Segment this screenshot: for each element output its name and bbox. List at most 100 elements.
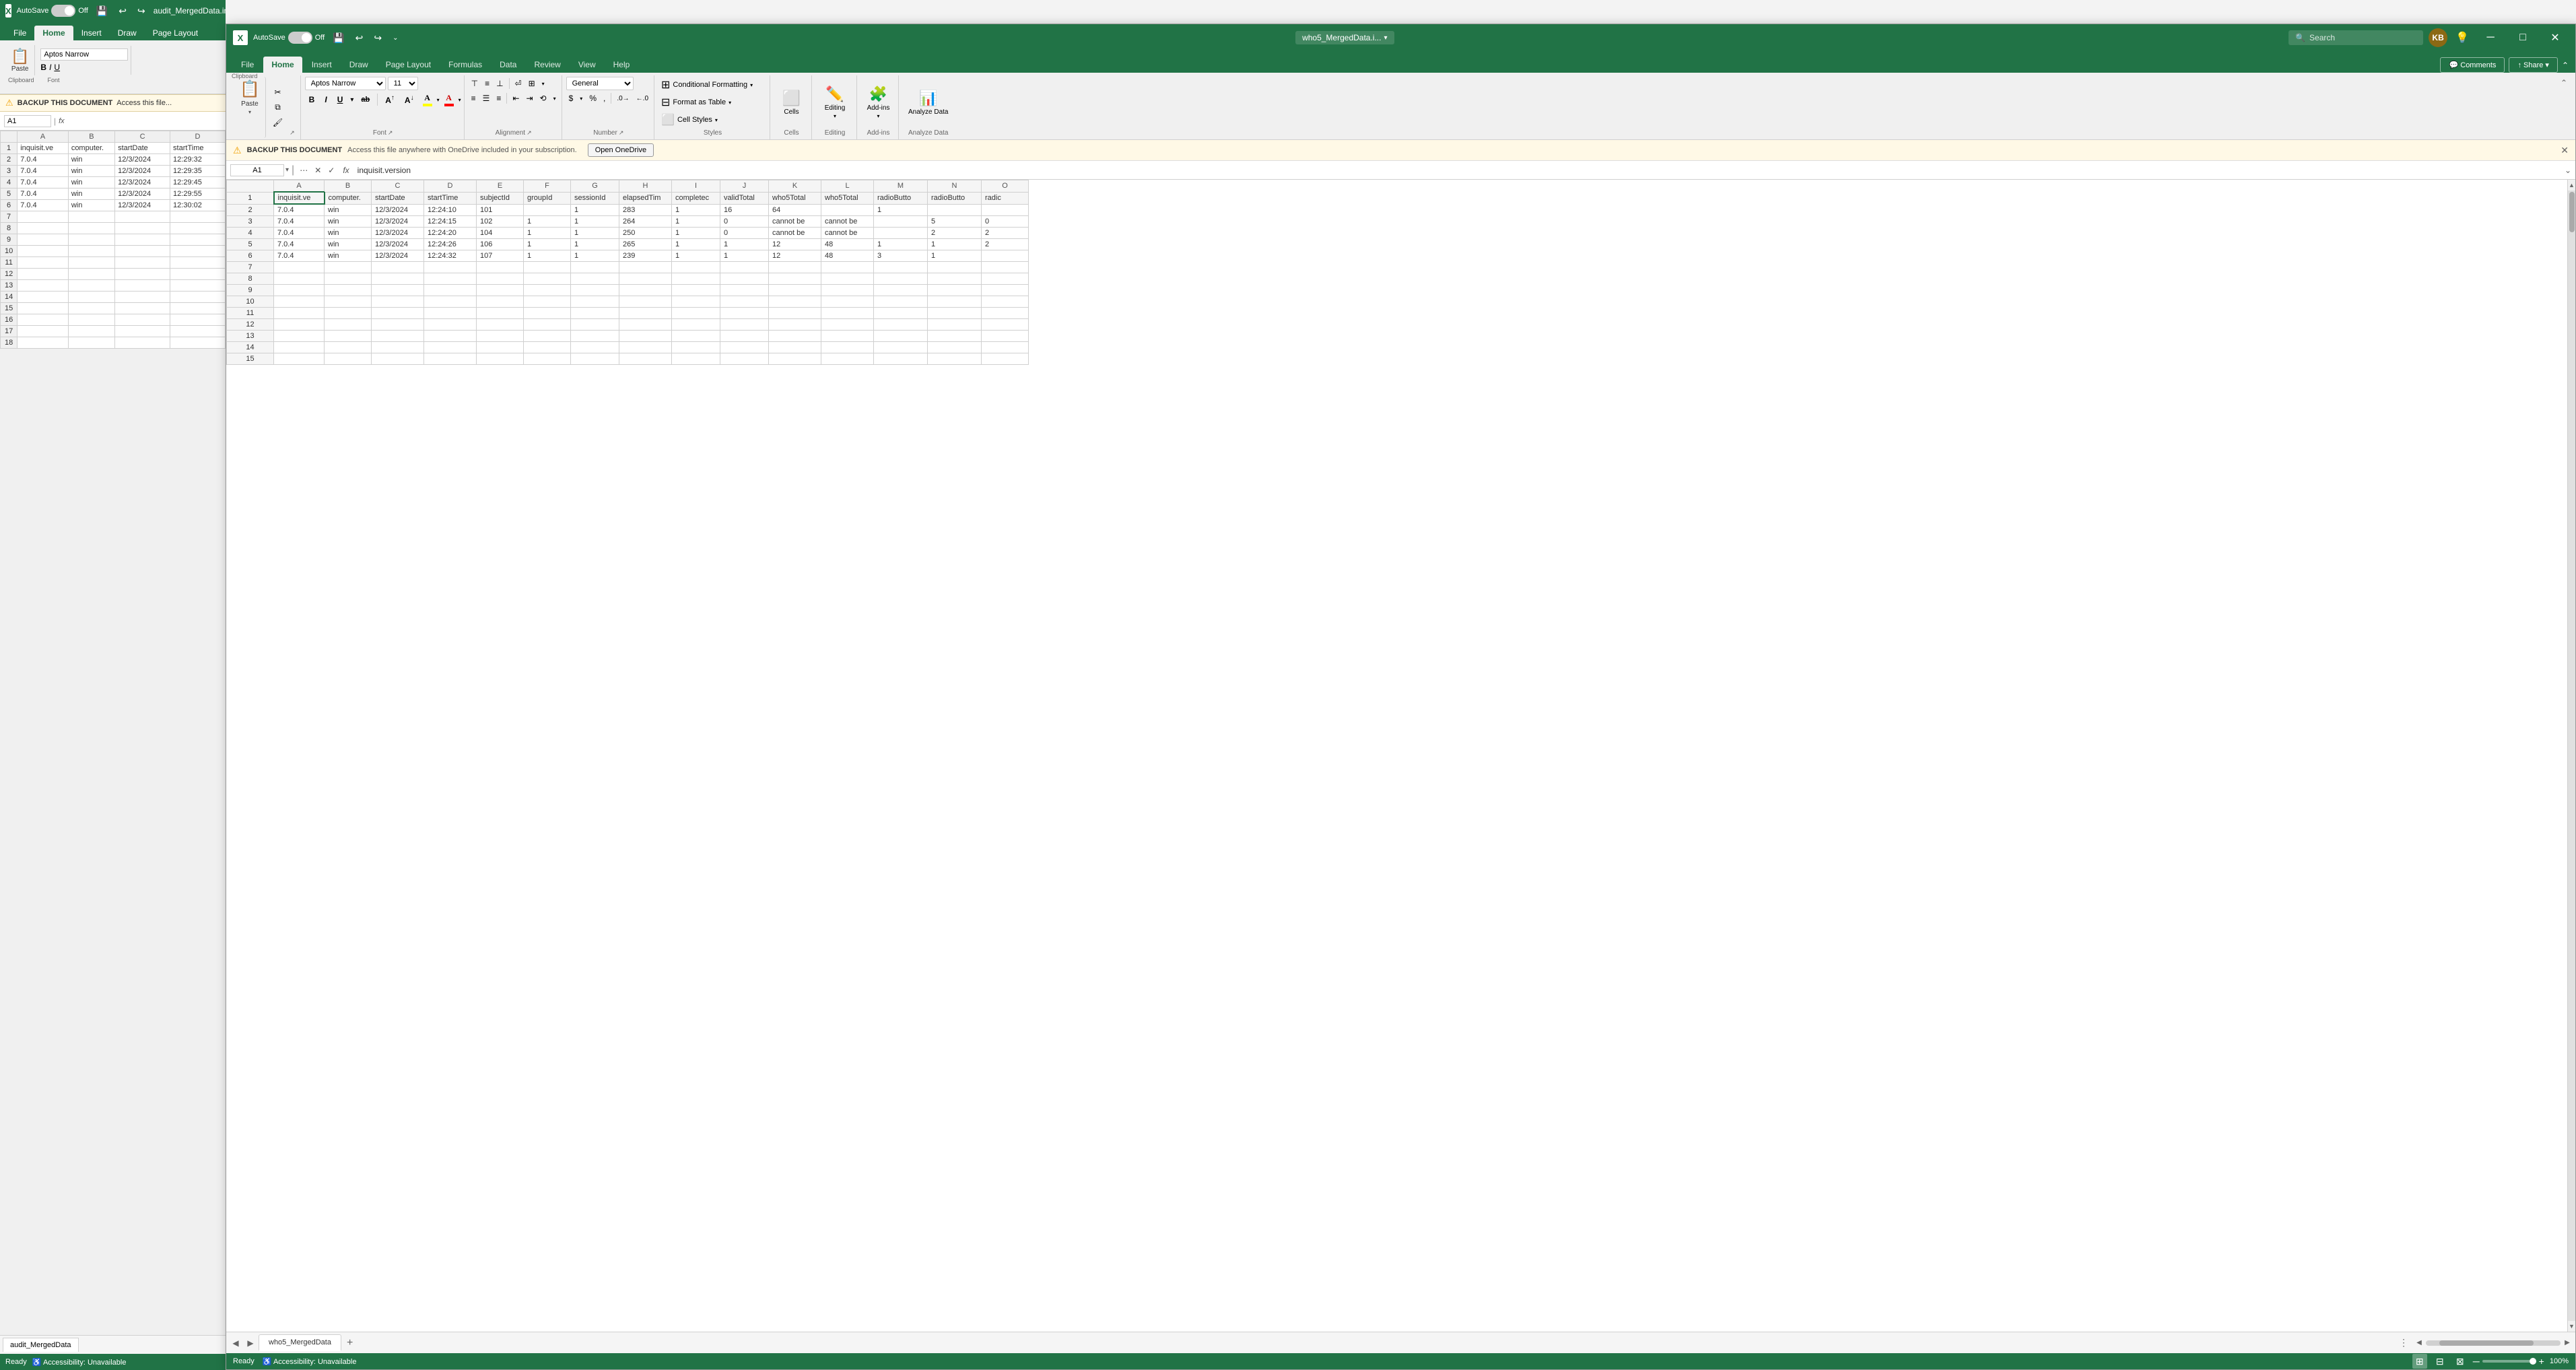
clipboard-expand[interactable]: ↗ bbox=[287, 128, 298, 138]
cell-n6[interactable]: 1 bbox=[928, 250, 982, 262]
font-family-select[interactable]: Aptos Narrow bbox=[305, 77, 386, 90]
cell-c6[interactable]: 12/3/2024 bbox=[372, 250, 424, 262]
undo-btn[interactable]: ↩ bbox=[353, 31, 366, 45]
cell-g5[interactable]: 1 bbox=[571, 239, 619, 250]
cell-h3[interactable]: 264 bbox=[619, 216, 672, 228]
scroll-up-btn[interactable]: ▲ bbox=[2567, 180, 2575, 191]
cell-f5[interactable]: 1 bbox=[524, 239, 571, 250]
cell-f4[interactable]: 1 bbox=[524, 228, 571, 239]
col-a-header[interactable]: A bbox=[274, 180, 325, 193]
cell-e5[interactable]: 106 bbox=[477, 239, 524, 250]
number-format-select[interactable]: General bbox=[566, 77, 634, 90]
tab-insert[interactable]: Insert bbox=[304, 57, 340, 73]
number-expand[interactable]: ↗ bbox=[619, 129, 624, 137]
cell-b1[interactable]: computer. bbox=[325, 192, 372, 204]
cell-h2[interactable]: 283 bbox=[619, 204, 672, 216]
cell-i4[interactable]: 1 bbox=[672, 228, 720, 239]
cell-l5[interactable]: 48 bbox=[821, 239, 874, 250]
align-center-button[interactable]: ☰ bbox=[480, 92, 493, 105]
bg-col-a-header[interactable]: A bbox=[18, 131, 69, 143]
col-c-header[interactable]: C bbox=[372, 180, 424, 193]
user-avatar[interactable]: KB bbox=[2429, 28, 2447, 47]
cell-o5[interactable]: 2 bbox=[982, 239, 1029, 250]
normal-view-btn[interactable]: ⊞ bbox=[2412, 1354, 2427, 1369]
cell-e2[interactable]: 101 bbox=[477, 204, 524, 216]
bg-tab-draw[interactable]: Draw bbox=[110, 26, 145, 40]
backup-close-button[interactable]: ✕ bbox=[2561, 145, 2569, 156]
cell-e4[interactable]: 104 bbox=[477, 228, 524, 239]
cell-j1[interactable]: validTotal bbox=[720, 192, 769, 204]
cell-n3[interactable]: 5 bbox=[928, 216, 982, 228]
col-l-header[interactable]: L bbox=[821, 180, 874, 193]
cell-k2[interactable]: 64 bbox=[769, 204, 821, 216]
merge-cells-button[interactable]: ⊞ bbox=[526, 77, 538, 90]
conditional-formatting-button[interactable]: ⊞ Conditional Formatting ▾ bbox=[658, 77, 755, 93]
close-btn[interactable]: ✕ bbox=[2542, 24, 2569, 51]
tab-home[interactable]: Home bbox=[263, 57, 302, 73]
notification-btn[interactable]: 💡 bbox=[2453, 30, 2472, 46]
formula-input[interactable] bbox=[355, 164, 2562, 176]
currency-arrow[interactable]: ▾ bbox=[577, 94, 585, 104]
cell-j2[interactable]: 16 bbox=[720, 204, 769, 216]
row-num-6[interactable]: 6 bbox=[227, 250, 274, 262]
cell-n2[interactable] bbox=[928, 204, 982, 216]
col-b-header[interactable]: B bbox=[325, 180, 372, 193]
cell-a2[interactable]: 7.0.4 bbox=[274, 204, 325, 216]
cell-b2[interactable]: win bbox=[325, 204, 372, 216]
fill-color-arrow[interactable]: ▾ bbox=[437, 97, 440, 103]
cell-m1[interactable]: radioButto bbox=[874, 192, 928, 204]
formula-cancel-btn[interactable]: ✕ bbox=[312, 164, 324, 176]
increase-indent-button[interactable]: ⇥ bbox=[523, 92, 535, 105]
cell-f3[interactable]: 1 bbox=[524, 216, 571, 228]
cell-j4[interactable]: 0 bbox=[720, 228, 769, 239]
cell-l3[interactable]: cannot be bbox=[821, 216, 874, 228]
open-onedrive-button[interactable]: Open OneDrive bbox=[588, 143, 654, 157]
cell-m6[interactable]: 3 bbox=[874, 250, 928, 262]
cell-m5[interactable]: 1 bbox=[874, 239, 928, 250]
cell-k1[interactable]: who5Total bbox=[769, 192, 821, 204]
bg-tab-home[interactable]: Home bbox=[34, 26, 73, 40]
cell-b4[interactable]: win bbox=[325, 228, 372, 239]
currency-button[interactable]: $ bbox=[566, 92, 576, 105]
analyze-data-button[interactable]: 📊 Analyze Data bbox=[903, 87, 953, 118]
col-j-header[interactable]: J bbox=[720, 180, 769, 193]
h-scroll-left-btn[interactable]: ◀ bbox=[2414, 1338, 2425, 1348]
cell-h5[interactable]: 265 bbox=[619, 239, 672, 250]
formula-more-btn[interactable]: ⋯ bbox=[297, 164, 310, 176]
cell-a4[interactable]: 7.0.4 bbox=[274, 228, 325, 239]
cell-l2[interactable] bbox=[821, 204, 874, 216]
percent-button[interactable]: % bbox=[586, 92, 599, 105]
cell-o2[interactable] bbox=[982, 204, 1029, 216]
bg-col-b-header[interactable]: B bbox=[68, 131, 114, 143]
cell-m3[interactable] bbox=[874, 216, 928, 228]
col-h-header[interactable]: H bbox=[619, 180, 672, 193]
cell-i3[interactable]: 1 bbox=[672, 216, 720, 228]
cell-c1[interactable]: startDate bbox=[372, 192, 424, 204]
align-bottom-button[interactable]: ⊥ bbox=[494, 77, 506, 90]
bg-tab-file[interactable]: File bbox=[5, 26, 34, 40]
cell-k4[interactable]: cannot be bbox=[769, 228, 821, 239]
save-btn[interactable]: 💾 bbox=[330, 31, 347, 45]
cell-i6[interactable]: 1 bbox=[672, 250, 720, 262]
format-as-table-button[interactable]: ⊟ Format as Table ▾ bbox=[658, 94, 734, 110]
cell-g3[interactable]: 1 bbox=[571, 216, 619, 228]
font-size-select[interactable]: 11 bbox=[388, 77, 418, 90]
bold-button[interactable]: B bbox=[305, 93, 319, 106]
cell-h4[interactable]: 250 bbox=[619, 228, 672, 239]
customize-qat-btn[interactable]: ⌄ bbox=[390, 33, 401, 43]
cell-e6[interactable]: 107 bbox=[477, 250, 524, 262]
tab-view[interactable]: View bbox=[570, 57, 604, 73]
cell-i1[interactable]: completec bbox=[672, 192, 720, 204]
cell-o1[interactable]: radic bbox=[982, 192, 1029, 204]
cell-l6[interactable]: 48 bbox=[821, 250, 874, 262]
vertical-scrollbar[interactable]: ▲ ▼ bbox=[2567, 180, 2575, 1332]
add-sheet-button[interactable]: + bbox=[343, 1336, 357, 1350]
cell-l4[interactable]: cannot be bbox=[821, 228, 874, 239]
align-left-button[interactable]: ≡ bbox=[469, 92, 479, 105]
add-ins-button[interactable]: 🧩 Add-ins ▾ bbox=[862, 83, 895, 122]
merge-cells-arrow[interactable]: ▾ bbox=[539, 79, 547, 89]
zoom-plus-btn[interactable]: + bbox=[2539, 1356, 2544, 1367]
bg-col-d-header[interactable]: D bbox=[170, 131, 226, 143]
increase-font-button[interactable]: A↑ bbox=[381, 92, 399, 107]
h-scrollbar-thumb[interactable] bbox=[2439, 1340, 2534, 1346]
